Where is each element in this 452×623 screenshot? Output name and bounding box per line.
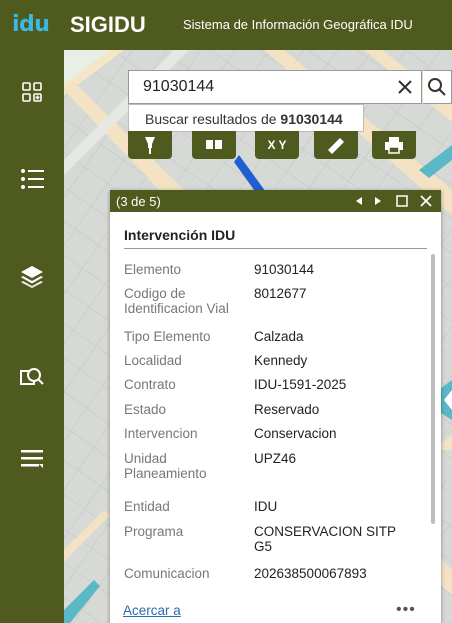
pin-icon xyxy=(145,137,155,154)
field-value-estado: Reservado xyxy=(254,402,320,417)
app-header: idu SIGIDU Sistema de Información Geográ… xyxy=(0,0,452,50)
field-value-codigo: 8012677 xyxy=(254,286,307,301)
basemap-tool-button[interactable] xyxy=(192,131,236,159)
field-label-tipo-elemento: Tipo Elemento xyxy=(124,329,211,344)
more-options-button[interactable]: ••• xyxy=(396,601,416,619)
search-suggestion[interactable]: Buscar resultados de 91030144 xyxy=(128,104,364,132)
field-label-entidad: Entidad xyxy=(124,499,170,514)
field-label-estado: Estado xyxy=(124,402,167,417)
field-label-unidad: Unidad Planeamiento xyxy=(124,451,207,481)
maximize-icon[interactable] xyxy=(396,195,408,207)
suggestion-prefix: Buscar resultados de xyxy=(145,111,281,127)
search-input[interactable] xyxy=(129,71,403,103)
app-subtitle: Sistema de Información Geográfica IDU xyxy=(183,17,413,32)
field-label-programa: Programa xyxy=(124,524,184,539)
search-icon xyxy=(428,78,446,96)
ruler-icon xyxy=(328,138,344,154)
popup-footer: Acercar a ••• xyxy=(110,597,441,623)
grid-icon xyxy=(206,140,222,149)
query-icon[interactable] xyxy=(18,363,46,391)
field-value-tipo-elemento: Calzada xyxy=(254,329,304,344)
idu-logo: idu xyxy=(12,12,50,37)
info-popup: (3 de 5) Intervención IDU Elemento 91030… xyxy=(110,190,441,623)
field-value-comunicacion: 202638500067893 xyxy=(254,566,367,581)
clear-search-button[interactable] xyxy=(392,74,418,100)
field-value-contrato: IDU-1591-2025 xyxy=(254,377,347,392)
field-label-elemento: Elemento xyxy=(124,262,182,277)
layers-icon[interactable] xyxy=(18,262,46,290)
field-label-comunicacion: Comunicacion xyxy=(124,566,210,581)
popup-scrollbar[interactable] xyxy=(431,254,435,524)
search-box xyxy=(128,70,422,104)
field-value-programa: CONSERVACION SITP G5 xyxy=(254,524,396,554)
zoom-to-link[interactable]: Acercar a xyxy=(123,603,181,618)
popup-counter: (3 de 5) xyxy=(116,194,161,209)
widgets-icon[interactable] xyxy=(18,78,46,106)
close-icon[interactable] xyxy=(420,195,432,207)
field-value-unidad: UPZ46 xyxy=(254,451,297,466)
app-name: SIGIDU xyxy=(70,12,146,37)
coordinates-tool-button[interactable]: X Y xyxy=(255,131,299,159)
menu-icon[interactable] xyxy=(18,445,46,473)
popup-header: (3 de 5) xyxy=(110,190,441,212)
print-icon xyxy=(385,137,403,154)
popup-divider xyxy=(124,248,427,249)
field-label-intervencion: Intervencion xyxy=(124,426,198,441)
close-icon xyxy=(398,80,412,94)
field-value-intervencion: Conservacion xyxy=(254,426,337,441)
field-label-codigo: Codigo de Identificacion Vial xyxy=(124,286,229,316)
list-icon[interactable] xyxy=(18,165,46,193)
left-toolbar xyxy=(0,50,64,623)
field-value-elemento: 91030144 xyxy=(254,262,315,277)
measure-tool-button[interactable] xyxy=(314,131,358,159)
field-value-localidad: Kennedy xyxy=(254,353,308,368)
draw-tool-button[interactable] xyxy=(128,131,172,159)
next-icon[interactable] xyxy=(373,196,383,206)
print-tool-button[interactable] xyxy=(372,131,416,159)
field-label-localidad: Localidad xyxy=(124,353,182,368)
field-value-entidad: IDU xyxy=(254,499,278,514)
suggestion-term: 91030144 xyxy=(280,111,343,127)
search-button[interactable] xyxy=(423,70,452,104)
popup-title: Intervención IDU xyxy=(124,227,236,243)
field-label-contrato: Contrato xyxy=(124,377,176,392)
previous-icon[interactable] xyxy=(354,196,364,206)
